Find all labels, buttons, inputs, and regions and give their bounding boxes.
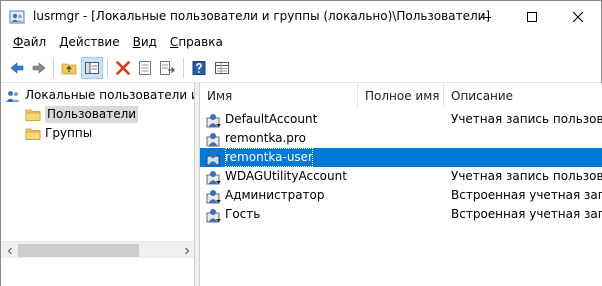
scroll-right-button[interactable] [178, 242, 194, 259]
list-item[interactable]: remontka.pro [200, 129, 602, 148]
menu-action[interactable]: Действие [53, 33, 126, 52]
user-description: Учетная запись пользовате [451, 169, 602, 183]
details-icon [215, 62, 229, 74]
user-icon [206, 151, 220, 165]
folder-icon [25, 109, 41, 121]
user-full-name [363, 110, 447, 129]
local-users-groups-icon [6, 90, 20, 102]
up-folder-button[interactable] [58, 57, 80, 79]
maximize-button[interactable] [509, 1, 555, 32]
list-pane: Имя Полное имя Описание DefaultAccount У… [200, 83, 602, 286]
properties-button[interactable] [134, 57, 156, 79]
menu-file[interactable]: Файл [7, 33, 53, 52]
list-item[interactable]: DefaultAccount Учетная запись пользовате [200, 110, 602, 129]
help-button[interactable] [188, 57, 210, 79]
user-full-name [363, 148, 447, 167]
user-description [451, 148, 602, 167]
user-icon [206, 132, 220, 146]
toolbar-separator [183, 58, 184, 78]
chevron-left-icon [7, 247, 12, 254]
toolbar [1, 53, 601, 83]
user-full-name [363, 205, 447, 224]
export-button[interactable] [156, 57, 178, 79]
tree-item-users-label: Пользователи [45, 106, 139, 123]
show-tree-button[interactable] [81, 57, 103, 79]
back-icon [10, 62, 24, 74]
show-tree-icon [85, 62, 99, 74]
delete-icon [116, 61, 130, 75]
user-icon [206, 189, 221, 203]
user-description: Встроенная учетная запись [451, 188, 602, 202]
up-folder-icon [61, 63, 77, 75]
user-name: Администратор [225, 188, 325, 202]
user-icon [206, 113, 221, 127]
scroll-left-button[interactable] [1, 242, 18, 259]
list-item[interactable]: WDAGUtilityAccount Учетная запись пользо… [200, 167, 602, 186]
menu-bar: Файл Действие Вид Справка [1, 32, 601, 53]
tree-horizontal-scrollbar[interactable] [1, 241, 194, 259]
users-app-icon [9, 10, 25, 24]
menu-view-label: Вид [132, 35, 157, 49]
menu-action-label: Действие [59, 35, 120, 49]
user-name: remontka.pro [225, 131, 306, 145]
tree-root-node[interactable]: Локальные пользователи и гру [5, 86, 194, 105]
user-name: remontka-user [225, 148, 313, 167]
menu-help-label: Справка [169, 35, 223, 49]
user-full-name [363, 167, 447, 186]
user-icon [206, 208, 221, 222]
menu-view[interactable]: Вид [127, 33, 164, 52]
minimize-icon [481, 16, 491, 18]
folder-icon [25, 128, 41, 140]
close-button[interactable] [555, 1, 601, 32]
tree-root-label: Локальные пользователи и гру [25, 88, 194, 102]
column-header-description[interactable]: Описание [444, 83, 602, 109]
back-button[interactable] [6, 57, 28, 79]
list-item-selected[interactable]: remontka-user [200, 148, 602, 167]
list-item[interactable]: Гость Встроенная учетная запись [200, 205, 602, 224]
user-name: WDAGUtilityAccount [225, 169, 347, 183]
forward-button[interactable] [28, 57, 50, 79]
close-icon [573, 11, 583, 22]
tree-item-groups-label: Группы [45, 126, 93, 140]
toolbar-separator [107, 58, 108, 78]
user-description: Встроенная учетная запись [451, 207, 602, 221]
chevron-right-icon [184, 247, 189, 254]
window-title: lusrmgr - [Локальные пользователи и груп… [33, 9, 491, 23]
minimize-button[interactable] [463, 1, 509, 32]
user-description [451, 129, 602, 148]
user-description: Учетная запись пользовате [451, 112, 602, 126]
user-name: Гость [225, 207, 261, 221]
delete-button[interactable] [112, 57, 134, 79]
user-icon [206, 170, 221, 184]
details-view-button[interactable] [211, 57, 233, 79]
title-bar[interactable]: lusrmgr - [Локальные пользователи и груп… [1, 1, 601, 32]
toolbar-separator [53, 58, 54, 78]
forward-icon [32, 62, 46, 74]
column-header-full-name[interactable]: Полное имя [358, 83, 444, 109]
mmc-window: lusrmgr - [Локальные пользователи и груп… [0, 0, 602, 286]
export-icon [160, 61, 175, 75]
user-name: DefaultAccount [225, 112, 318, 126]
user-full-name [363, 186, 447, 205]
list-item[interactable]: Администратор Встроенная учетная запись [200, 186, 602, 205]
help-icon [192, 61, 206, 75]
properties-icon [139, 61, 151, 75]
tree-item-users[interactable]: Пользователи [25, 105, 139, 124]
tree-pane: Локальные пользователи и гру Пользовател… [1, 83, 195, 286]
menu-file-label: Файл [13, 35, 47, 49]
scroll-thumb[interactable] [18, 244, 139, 257]
menu-help[interactable]: Справка [164, 33, 230, 52]
tree-item-groups[interactable]: Группы [25, 124, 92, 143]
user-full-name [363, 129, 447, 148]
column-header-name[interactable]: Имя [200, 83, 358, 109]
maximize-icon [527, 11, 537, 22]
